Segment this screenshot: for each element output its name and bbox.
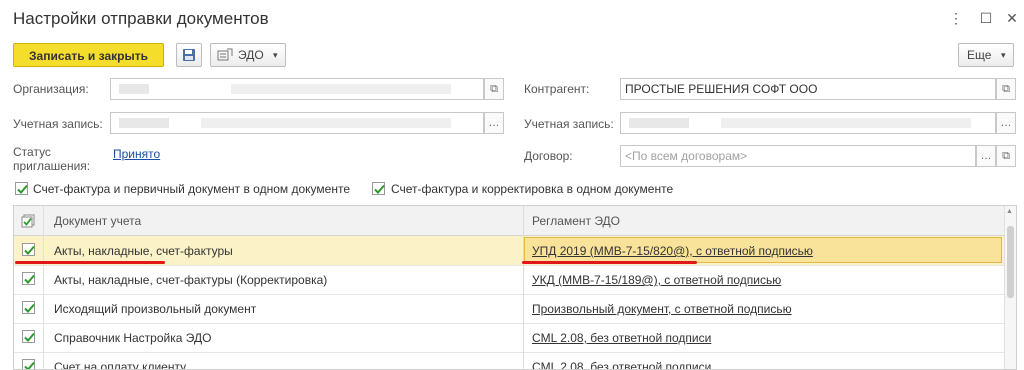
more-label: Еще [967,48,992,62]
organization-label: Организация: [13,82,89,96]
row-document: Исходящий произвольный документ [54,302,257,316]
status-label-line2: приглашения: [13,159,91,173]
chevron-down-icon: ▾ [1001,50,1006,60]
table-header: Документ учета Регламент ЭДО [14,206,1004,236]
edo-dropdown-button[interactable]: ЭДО ▾ [210,43,286,67]
row-document: Акты, накладные, счет-фактуры (Корректир… [54,273,328,287]
counterparty-field[interactable]: ПРОСТЫЕ РЕШЕНИЯ СОФТ ООО [620,78,996,100]
contract-field[interactable]: <По всем договорам> [620,145,976,167]
column-header-regulation[interactable]: Регламент ЭДО [532,214,620,228]
more-actions-icon[interactable]: ⋮ [948,10,964,26]
checkbox-invoice-primary-label[interactable]: Счет-фактура и первичный документ в одно… [33,182,350,196]
checkbox-invoice-correction-label[interactable]: Счет-фактура и корректировка в одном док… [391,182,673,196]
edo-label: ЭДО [238,48,264,62]
select-account-left-icon[interactable]: … [484,112,504,134]
select-account-right-icon[interactable]: … [996,112,1016,134]
account-label-right: Учетная запись: [524,117,614,131]
checkbox-invoice-primary[interactable] [15,182,28,195]
select-contract-icon[interactable]: … [976,145,996,167]
checkmark-icon [24,332,35,342]
row-checkbox[interactable] [22,272,35,285]
row-regulation-link[interactable]: УКД (ММВ-7-15/189@), с ответной подписью [532,273,781,287]
maximize-icon[interactable]: ☐ [978,10,994,26]
save-and-close-button[interactable]: Записать и закрыть [13,43,164,67]
checkmark-icon [24,361,35,369]
table-row[interactable]: Акты, накладные, счет-фактуры (Корректир… [14,265,1004,295]
column-header-document[interactable]: Документ учета [54,214,141,228]
open-organization-icon[interactable]: ⧉ [484,78,504,100]
row-regulation-link[interactable]: Произвольный документ, с ответной подпис… [532,302,792,316]
checkmark-icon [24,274,35,284]
table-row[interactable]: Справочник Настройка ЭДО CML 2.08, без о… [14,323,1004,353]
invitation-status-link[interactable]: Принято [113,147,160,161]
checkmark-icon [24,303,35,313]
title-bar: Настройки отправки документов ⋮ ☐ ✕ [0,0,1024,40]
table-row[interactable]: Исходящий произвольный документ Произвол… [14,294,1004,324]
row-document: Счет на оплату клиенту [54,360,187,370]
counterparty-label: Контрагент: [524,82,590,96]
row-regulation-link[interactable]: УПД 2019 (ММВ-7-15/820@), с ответной под… [532,244,813,258]
row-regulation-link[interactable]: CML 2.08, без ответной подписи [532,360,711,369]
organization-field[interactable] [110,78,484,100]
status-label-line1: Статус [13,145,51,159]
column-divider [523,206,524,369]
checkmark-icon [17,184,28,194]
more-button[interactable]: Еще ▾ [958,43,1014,67]
invitation-status-label: Статус приглашения: [13,145,90,173]
row-regulation-link[interactable]: CML 2.08, без ответной подписи [532,331,711,345]
row-checkbox[interactable] [22,359,35,369]
open-contract-icon[interactable]: ⧉ [996,145,1016,167]
contract-label: Договор: [524,149,573,163]
close-icon[interactable]: ✕ [1004,10,1020,26]
checkmark-icon [374,184,385,194]
checkbox-invoice-correction[interactable] [372,182,385,195]
select-all-checkbox-icon[interactable] [21,214,35,228]
row-checkbox[interactable] [22,301,35,314]
annotation-underline-regulation [522,261,697,264]
annotation-underline-document [15,261,165,264]
save-button[interactable] [176,43,202,67]
scrollbar-thumb[interactable] [1007,226,1014,298]
chevron-down-icon: ▾ [273,50,278,60]
checkmark-icon [24,245,35,255]
floppy-disk-icon [183,49,195,61]
scroll-up-icon[interactable]: ▲ [1006,208,1013,215]
row-checkbox[interactable] [22,330,35,343]
account-field-left[interactable] [110,112,484,134]
vertical-scrollbar[interactable]: ▲ [1004,206,1016,369]
row-checkbox[interactable] [22,243,35,256]
edo-document-icon [217,48,233,61]
row-document: Справочник Настройка ЭДО [54,331,212,345]
open-counterparty-icon[interactable]: ⧉ [996,78,1016,100]
table-row[interactable]: Счет на оплату клиенту CML 2.08, без отв… [14,352,1004,370]
row-document: Акты, накладные, счет-фактуры [54,244,233,258]
account-field-right[interactable] [620,112,996,134]
column-divider [43,206,44,369]
window-title: Настройки отправки документов [13,9,269,28]
document-settings-table: Документ учета Регламент ЭДО Акты, накла… [13,205,1017,370]
account-label-left: Учетная запись: [13,117,103,131]
